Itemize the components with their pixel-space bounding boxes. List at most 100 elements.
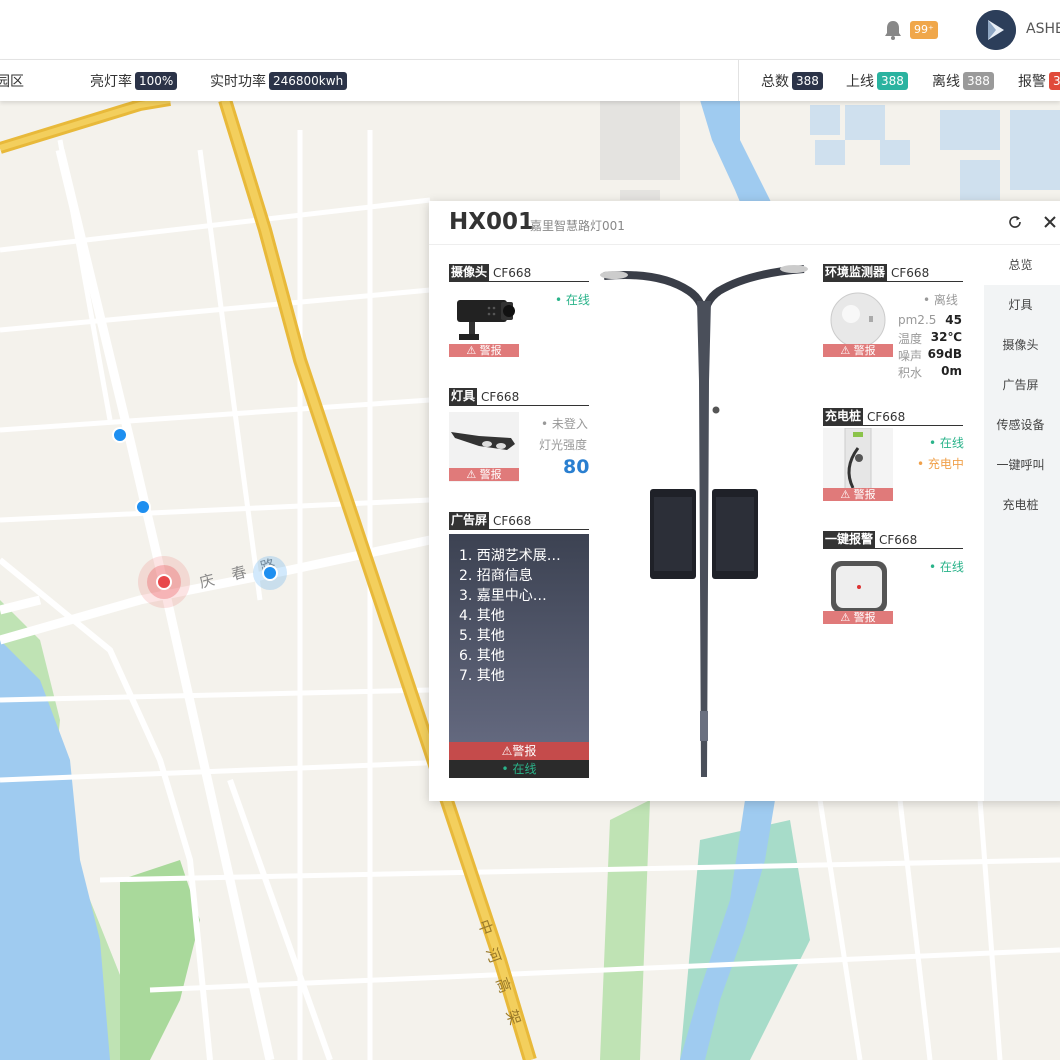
env-pm25-label: pm2.5	[898, 313, 937, 327]
ad-screen-name: 广告屏	[449, 512, 490, 529]
env-monitor-status: • 离线	[923, 293, 958, 307]
ad-screen-card[interactable]: 1. 西湖艺术展… 2. 招商信息 3. 嘉里中心… 4. 其他 5. 其他 6…	[449, 534, 589, 778]
ad-list-item[interactable]: 6. 其他	[459, 646, 561, 666]
offline-value: 388	[963, 72, 994, 90]
sos-alarm[interactable]: ⚠ 警报	[823, 611, 893, 624]
ad-screen-alarm[interactable]: ⚠警报	[449, 742, 589, 760]
camera-header: 摄像头 CF668	[449, 264, 589, 282]
camera-card[interactable]: 摄像头 CF668 ⚠ 警报 • 在线	[449, 264, 590, 364]
sos-header: 一键报警 CF668	[823, 531, 963, 549]
map-marker-alarm[interactable]	[138, 556, 190, 608]
camera-code: CF668	[493, 265, 532, 280]
tab-overview[interactable]: 总览	[984, 245, 1060, 285]
ad-list-item[interactable]: 2. 招商信息	[459, 566, 561, 586]
env-noise-value: 69dB	[927, 347, 962, 361]
total-value: 388	[792, 72, 823, 90]
env-noise-label: 噪声	[898, 349, 923, 363]
env-monitor-header: 环境监测器 CF668	[823, 264, 963, 282]
light-rate-label: 亮灯率	[90, 74, 132, 90]
light-rate-value: 100%	[135, 72, 178, 90]
total-item[interactable]: 总数 388	[761, 71, 823, 91]
charger-alarm[interactable]: ⚠ 警报	[823, 488, 893, 501]
alarm-label: 报警	[1018, 74, 1046, 90]
online-item[interactable]: 上线 388	[846, 71, 908, 91]
alarm-value: 3	[1049, 72, 1060, 90]
ad-list-item[interactable]: 3. 嘉里中心…	[459, 586, 561, 606]
avatar[interactable]	[976, 10, 1016, 50]
charger-charging-status: • 充电中	[917, 457, 964, 471]
lamp-intensity-label: 灯光强度	[539, 438, 588, 452]
charger-card[interactable]: 充电桩 CF668 ⚠ 警报 • 在线 • 充电中	[823, 408, 964, 508]
ad-screen-code: CF668	[493, 513, 532, 528]
lamp-name: 灯具	[449, 388, 478, 405]
tab-sos-call[interactable]: 一键呼叫	[984, 445, 1060, 485]
panel-title: HX001	[449, 209, 534, 235]
camera-alarm[interactable]: ⚠ 警报	[449, 344, 519, 357]
env-row-temperature: 温度 32℃	[898, 330, 962, 347]
camera-name: 摄像头	[449, 264, 490, 281]
power-label: 实时功率	[210, 74, 266, 90]
map-marker[interactable]	[112, 427, 128, 443]
power-value: 246800kwh	[269, 72, 348, 90]
map-marker[interactable]	[135, 499, 151, 515]
panel-subtitle: 嘉里智慧路灯001	[530, 219, 625, 233]
area-label: 园区	[0, 74, 24, 90]
light-rate-item: 亮灯率 100%	[90, 71, 178, 91]
area-item[interactable]: 园区	[0, 71, 27, 91]
charger-status: • 在线	[929, 436, 964, 450]
env-row-pm25: pm2.5 45	[898, 313, 962, 327]
power-item: 实时功率 246800kwh	[210, 71, 348, 91]
offline-item[interactable]: 离线 388	[932, 71, 994, 91]
street-light-illustration	[600, 265, 808, 777]
sos-status: • 在线	[929, 560, 964, 574]
ad-list-item[interactable]: 5. 其他	[459, 626, 561, 646]
user-name[interactable]: ASHE	[1026, 21, 1060, 37]
env-monitor-card[interactable]: 环境监测器 CF668 ⚠ 警报 • 离线 pm2.5 45 温度 32℃ 噪声…	[823, 264, 963, 384]
tab-charger[interactable]: 充电桩	[984, 485, 1060, 525]
ad-list-item[interactable]: 7. 其他	[459, 666, 561, 686]
lamp-header: 灯具 CF668	[449, 388, 589, 406]
stats-bar: 园区 亮灯率 100% 实时功率 246800kwh 总数 388 上线 388…	[0, 60, 1060, 101]
sos-code: CF668	[879, 532, 918, 547]
lamp-code: CF668	[481, 389, 520, 404]
lamp-intensity-value: 80	[563, 456, 590, 478]
camera-status: • 在线	[555, 293, 590, 307]
refresh-icon[interactable]	[1007, 214, 1023, 230]
charger-header: 充电桩 CF668	[823, 408, 963, 426]
lamp-alarm[interactable]: ⚠ 警报	[449, 468, 519, 481]
online-label: 上线	[846, 74, 874, 90]
ad-screen-header-wrap: 广告屏 CF668	[449, 512, 589, 532]
env-temperature-value: 32℃	[930, 330, 962, 344]
env-monitor-alarm[interactable]: ⚠ 警报	[823, 344, 893, 357]
map-marker-selected[interactable]	[253, 556, 287, 590]
env-row-water: 积水 0m	[898, 364, 962, 381]
env-water-label: 积水	[898, 366, 923, 380]
notification-badge: 99⁺	[910, 21, 938, 39]
lamp-card[interactable]: 灯具 CF668 ⚠ 警报 • 未登入 灯光强度 80	[449, 388, 589, 488]
charger-name: 充电桩	[823, 408, 864, 425]
stats-divider	[738, 60, 739, 101]
env-monitor-name: 环境监测器	[823, 264, 888, 281]
tab-ad-screen[interactable]: 广告屏	[984, 365, 1060, 405]
tab-camera[interactable]: 摄像头	[984, 325, 1060, 365]
total-label: 总数	[761, 74, 789, 90]
env-temperature-label: 温度	[898, 332, 923, 346]
env-monitor-code: CF668	[891, 265, 930, 280]
env-water-value: 0m	[941, 364, 962, 378]
online-value: 388	[877, 72, 908, 90]
ad-list: 1. 西湖艺术展… 2. 招商信息 3. 嘉里中心… 4. 其他 5. 其他 6…	[459, 546, 561, 686]
sos-card[interactable]: 一键报警 CF668 ⚠ 警报 • 在线	[823, 531, 964, 631]
tab-sensors[interactable]: 传感设备	[984, 405, 1060, 445]
panel-tabs: 总览 灯具 摄像头 广告屏 传感设备 一键呼叫 充电桩	[984, 245, 1060, 801]
lamp-status: • 未登入	[541, 417, 588, 431]
bell-icon[interactable]	[884, 20, 902, 40]
close-icon[interactable]	[1042, 214, 1058, 230]
tab-lamp[interactable]: 灯具	[984, 285, 1060, 325]
panel-header: HX001 嘉里智慧路灯001	[429, 201, 1060, 245]
alarm-item[interactable]: 报警 3	[1018, 71, 1060, 91]
ad-list-item[interactable]: 4. 其他	[459, 606, 561, 626]
offline-label: 离线	[932, 74, 960, 90]
ad-list-item[interactable]: 1. 西湖艺术展…	[459, 546, 561, 566]
ad-screen-status: • 在线	[449, 760, 589, 778]
env-pm25-value: 45	[945, 313, 962, 327]
